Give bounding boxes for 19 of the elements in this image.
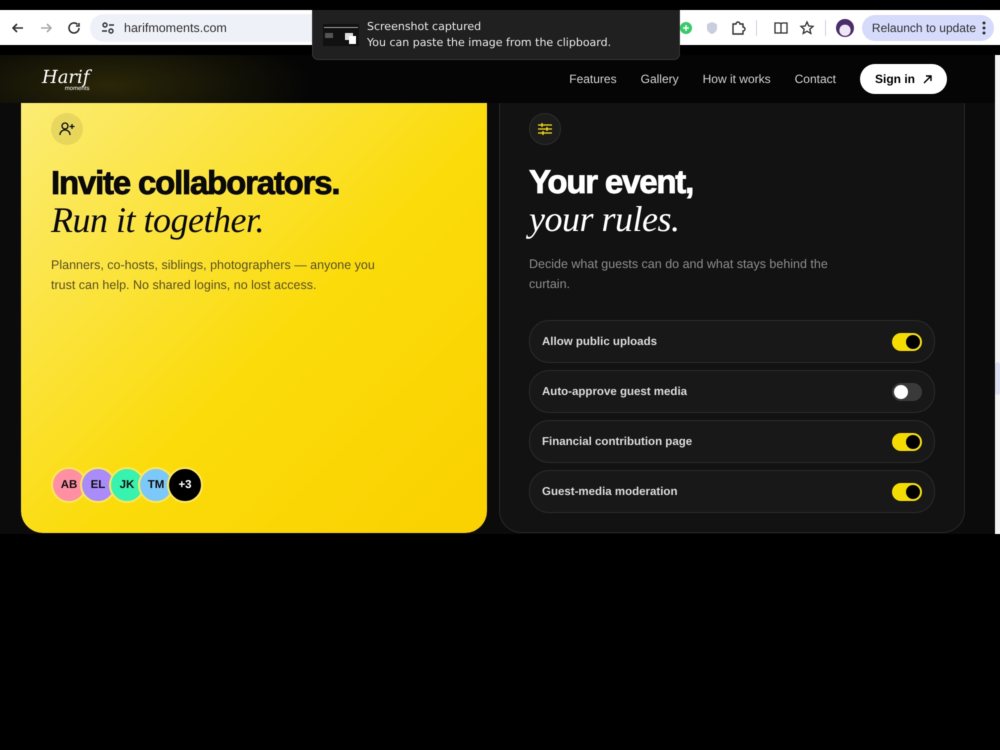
url-text: harifmoments.com	[124, 20, 227, 34]
notification-title: Screenshot captured	[367, 20, 482, 33]
avatar: +3	[167, 467, 203, 503]
setting-label: Financial contribution page	[542, 436, 692, 448]
setting-label: Guest-media moderation	[542, 486, 678, 498]
card-subheading: Run it together.	[51, 201, 265, 239]
nav-link[interactable]: Gallery	[640, 72, 679, 86]
relaunch-button[interactable]: Relaunch to update	[862, 14, 994, 40]
nav-link[interactable]: How it works	[702, 72, 771, 86]
card-description: Decide what guests can do and what stays behind the curtain.	[529, 256, 829, 293]
setting-label: Auto-approve guest media	[542, 386, 688, 398]
nav-link[interactable]: Features	[569, 72, 617, 86]
nav-link[interactable]: Contact	[794, 72, 836, 86]
card-heading: Your event,	[529, 164, 694, 200]
card-description: Planners, co-hosts, siblings, photographers — anyone you trust can help. No shared logins, no lost access.	[51, 257, 376, 294]
setting-label: Allow public uploads	[542, 336, 657, 348]
notification-message: You can paste the image from the clipboard.	[367, 36, 612, 49]
sign-in-button[interactable]: Sign in	[860, 64, 947, 94]
card-heading: Invite collaborators.	[51, 165, 340, 201]
